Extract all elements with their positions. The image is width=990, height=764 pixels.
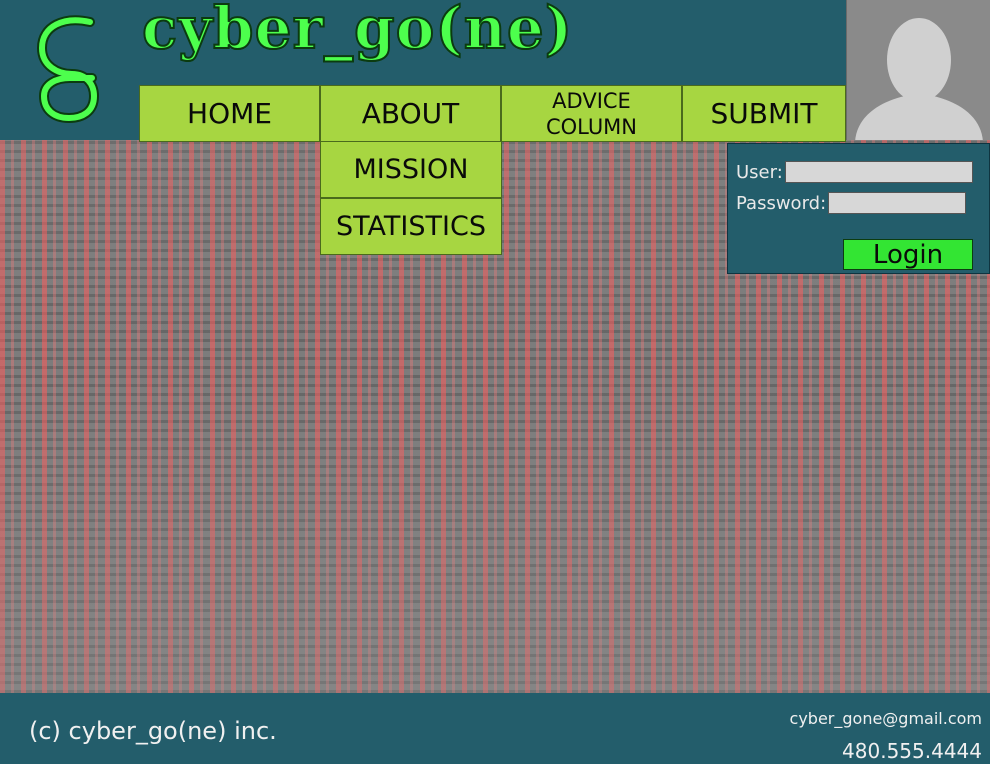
main-nav: HOME ABOUT ADVICE COLUMN SUBMIT — [139, 85, 846, 142]
contact-email[interactable]: cyber_gone@gmail.com — [790, 709, 982, 728]
nav-advice-line2: COLUMN — [545, 114, 638, 139]
nav-home[interactable]: HOME — [139, 85, 320, 142]
login-button[interactable]: Login — [843, 239, 973, 270]
about-submenu: MISSION STATISTICS — [320, 141, 502, 255]
footer-bar: (c) cyber_go(ne) inc. cyber_gone@gmail.c… — [0, 693, 990, 764]
site-title: cyber_go(ne) — [141, 0, 574, 63]
user-avatar[interactable] — [846, 0, 990, 142]
user-row: User: — [736, 161, 973, 183]
nav-advice-line1: ADVICE — [552, 88, 631, 113]
user-silhouette-icon — [855, 18, 983, 142]
copyright-text: (c) cyber_go(ne) inc. — [29, 717, 277, 745]
nav-advice-column[interactable]: ADVICE COLUMN — [501, 85, 682, 142]
submenu-mission[interactable]: MISSION — [320, 141, 502, 198]
contact-phone: 480.555.4444 — [842, 739, 982, 763]
nav-submit[interactable]: SUBMIT — [682, 85, 846, 142]
user-input[interactable] — [784, 161, 973, 183]
password-row: Password: — [736, 192, 967, 214]
cg-monogram-icon[interactable] — [34, 14, 104, 124]
password-input[interactable] — [828, 192, 967, 214]
nav-about[interactable]: ABOUT — [320, 85, 501, 142]
login-panel: User: Password: Login — [727, 143, 990, 274]
password-label: Password: — [736, 192, 827, 214]
user-label: User: — [736, 161, 783, 183]
submenu-statistics[interactable]: STATISTICS — [320, 198, 502, 255]
page: cyber_go(ne) HOME ABOUT ADVICE COLUMN SU… — [0, 0, 990, 764]
